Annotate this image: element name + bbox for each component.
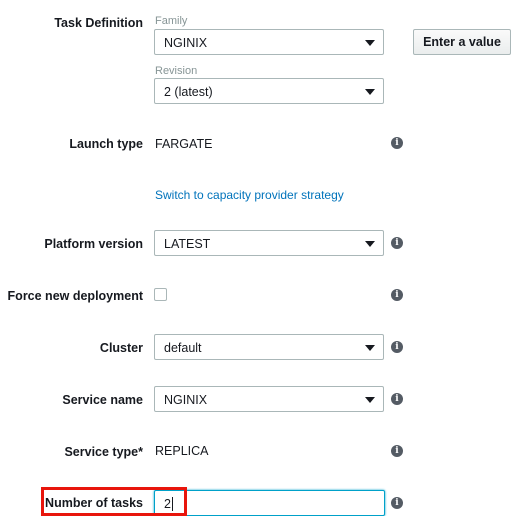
info-icon[interactable]: i [391, 237, 403, 249]
cluster-label: Cluster [99, 341, 143, 355]
info-icon[interactable]: i [391, 497, 403, 509]
chevron-down-icon [365, 397, 375, 403]
chevron-down-icon [365, 89, 375, 95]
platform-version-value: LATEST [164, 237, 211, 251]
info-icon[interactable]: i [391, 289, 403, 301]
cluster-select[interactable]: default [154, 334, 384, 360]
enter-a-value-button[interactable]: Enter a value [413, 29, 511, 55]
number-of-tasks-input[interactable]: 2 [154, 490, 385, 516]
launch-type-value: FARGATE [155, 137, 213, 151]
force-new-deployment-label: Force new deployment [7, 289, 143, 303]
switch-capacity-provider-link[interactable]: Switch to capacity provider strategy [155, 188, 344, 202]
chevron-down-icon [365, 241, 375, 247]
chevron-down-icon [365, 40, 375, 46]
family-label: Family [155, 15, 188, 27]
revision-value: 2 (latest) [164, 85, 213, 99]
family-value: NGINIX [164, 36, 208, 50]
launch-type-label: Launch type [69, 137, 143, 151]
force-new-deployment-checkbox[interactable] [154, 288, 167, 301]
chevron-down-icon [365, 345, 375, 351]
cluster-value: default [164, 341, 202, 355]
revision-select[interactable]: 2 (latest) [154, 78, 384, 104]
service-name-label: Service name [62, 393, 143, 407]
info-icon[interactable]: i [391, 341, 403, 353]
platform-version-select[interactable]: LATEST [154, 230, 384, 256]
task-definition-label: Task Definition [54, 16, 143, 30]
info-icon[interactable]: i [391, 137, 403, 149]
service-name-value: NGINIX [164, 393, 208, 407]
platform-version-label: Platform version [44, 237, 143, 251]
service-type-value: REPLICA [155, 444, 209, 458]
service-name-select[interactable]: NGINIX [154, 386, 384, 412]
revision-label: Revision [155, 65, 198, 77]
family-select[interactable]: NGINIX [154, 29, 384, 55]
info-icon[interactable]: i [391, 445, 403, 457]
info-icon[interactable]: i [391, 393, 403, 405]
service-type-label: Service type* [64, 445, 143, 459]
highlight-box [41, 487, 187, 516]
